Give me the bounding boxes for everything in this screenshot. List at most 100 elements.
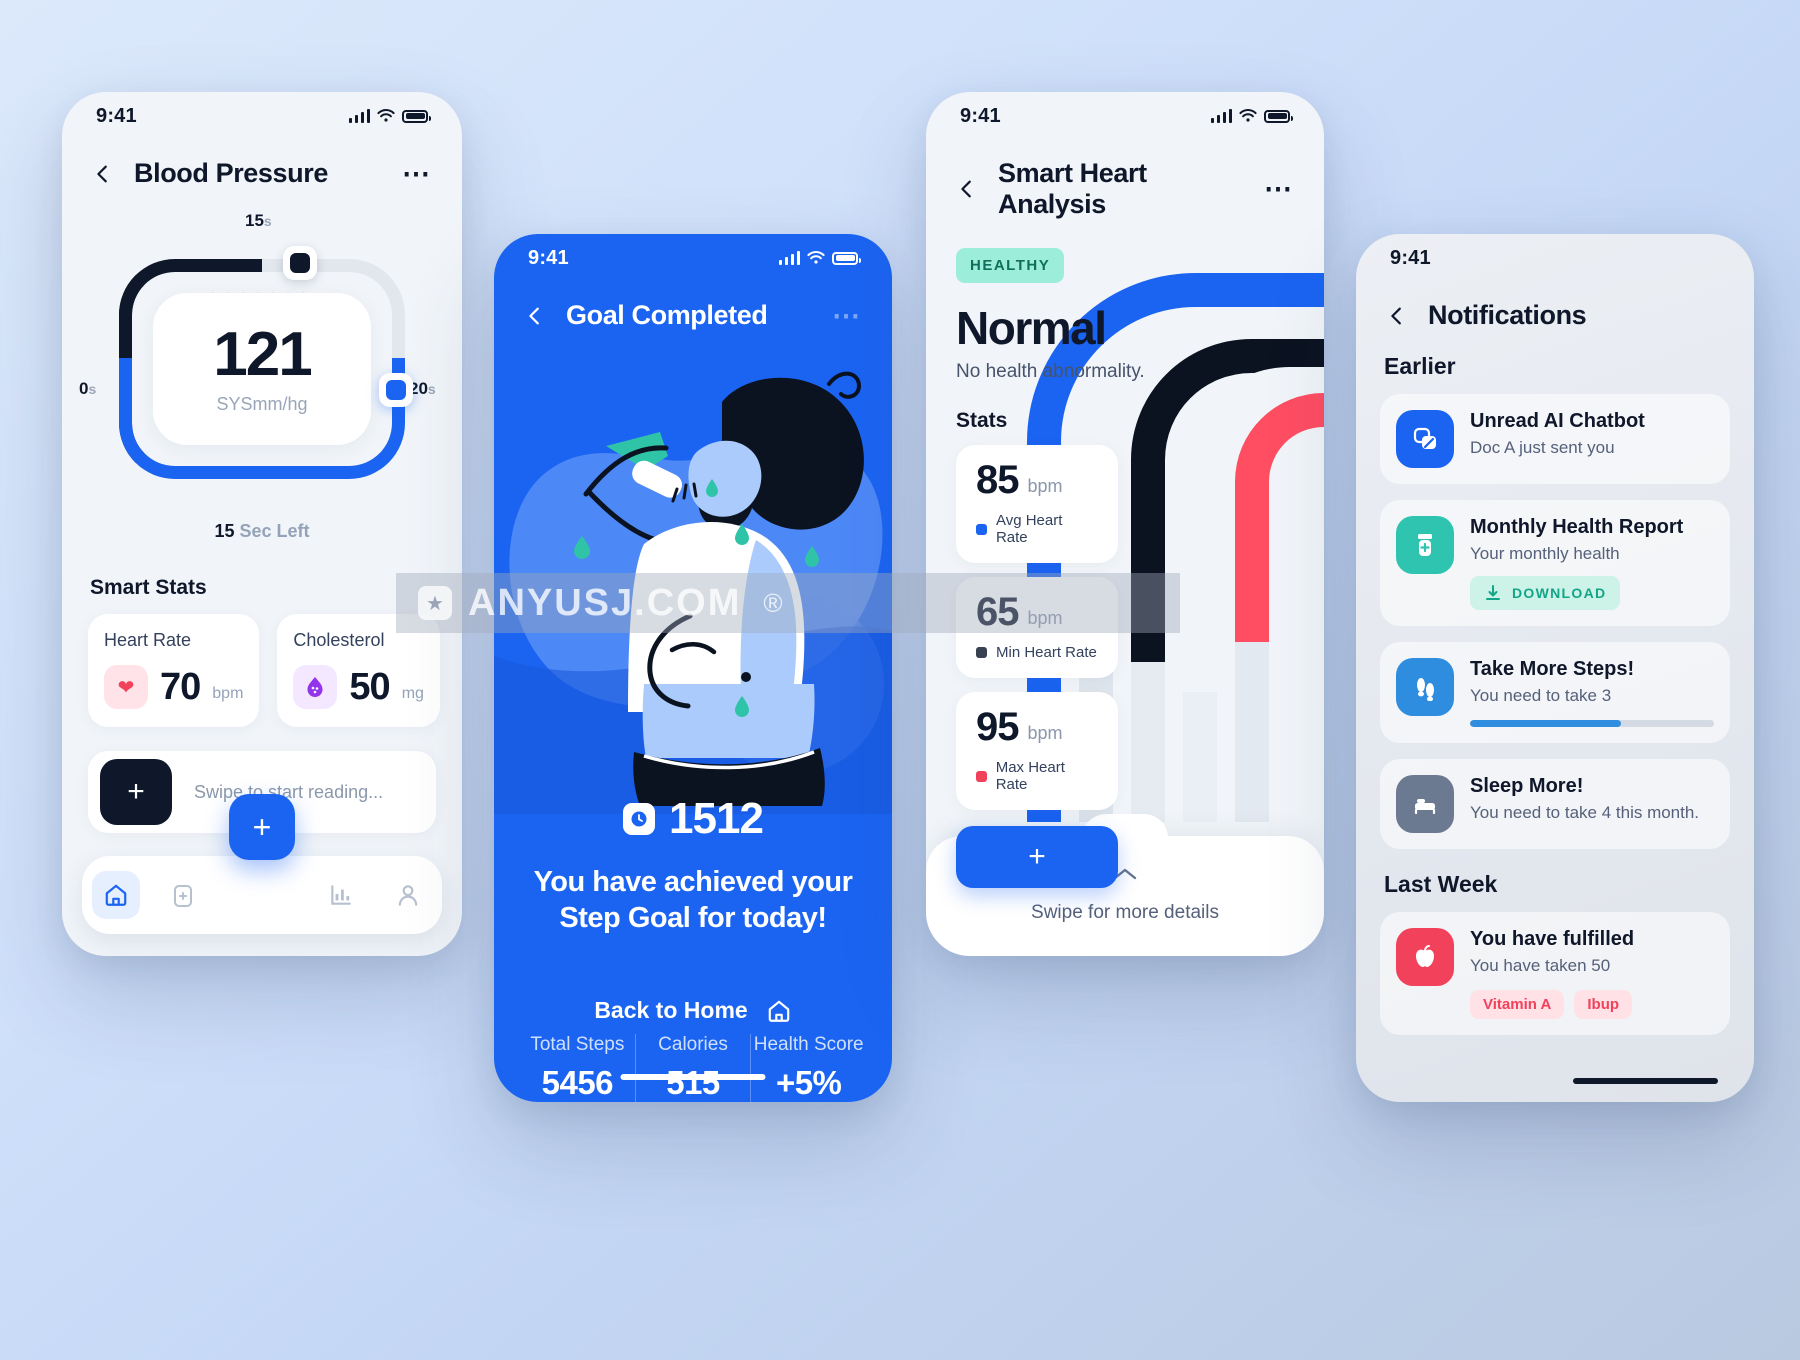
status-icons [778,251,861,265]
battery-icon [402,109,431,123]
metric-label: Calories [658,1034,728,1055]
tag-ibuprofen[interactable]: Ibup [1574,989,1633,1019]
notification-item-fulfilled[interactable]: You have fulfilled You have taken 50 Vit… [1380,911,1730,1035]
notification-title: Unread AI Chatbot [1470,410,1645,432]
section-title-earlier: Earlier [1384,353,1456,379]
gauge-top-label: 15s [245,211,272,230]
legend-dot [976,523,987,535]
metric-value: 5456 [541,1064,614,1101]
stat-card-max-hr[interactable]: 95 bpm Max Heart Rate [956,692,1118,810]
pill-bottle-icon [174,885,193,907]
metric-label: Total Steps [530,1034,625,1055]
signal-icon [1210,109,1232,123]
status-time: 9:41 [96,104,137,127]
phone-blood-pressure: 9:41 Blood Pressure ⋯ 15s 0s 20s 121 SYS… [62,92,462,956]
legend-dot [976,770,987,782]
notification-title: Sleep More! [1470,774,1584,797]
bp-unit: SYSmm/hg [216,393,308,414]
stat-unit: bpm [1027,476,1063,496]
stat-value: 50 [349,665,390,708]
apple-icon [1396,927,1454,986]
goal-message: You have achieved your Step Goal for tod… [533,866,853,935]
notification-title: Monthly Health Report [1470,516,1684,538]
gauge-handle-end[interactable] [379,373,413,407]
home-indicator [1573,1078,1718,1084]
nav-bar: Blood Pressure ⋯ [62,158,462,189]
phone-heart-analysis: 9:41 Smart Heart Analysis ⋯ HEALTHY Norm… [926,92,1324,956]
stat-label: Heart Rate [104,630,192,650]
stat-card-heart-rate[interactable]: Heart Rate ❤ 70 bpm [88,614,260,727]
bed-icon [1396,774,1454,833]
stat-value: 85 [976,458,1019,502]
notification-item-health-report[interactable]: Monthly Health Report Your monthly healt… [1380,500,1730,626]
signal-icon [348,109,370,123]
registered-mark: ® [763,587,783,618]
step-counter-icon [623,803,656,835]
page-title: Goal Completed [566,300,768,330]
chat-bubbles-icon [1396,410,1454,468]
wifi-icon [807,251,825,264]
download-label: DOWNLOAD [1512,584,1607,601]
page-title: Blood Pressure [134,158,328,188]
stat-label: Cholesterol [293,630,385,650]
progress-bar [1470,719,1714,727]
chevron-left-icon[interactable] [956,178,978,200]
step-summary: 1512 You have achieved your Step Goal fo… [494,794,892,937]
metric-value: 515 [666,1064,720,1101]
metrics-row: Total Steps 5456 Calories 515 Health Sco… [520,1034,866,1102]
notification-desc: You need to take 4 this month. [1470,802,1700,822]
nav-bar: Smart Heart Analysis ⋯ [926,158,1324,220]
stat-unit: bpm [1027,723,1063,743]
status-bar: 9:41 [62,92,462,140]
more-options-icon[interactable]: ⋯ [1264,175,1294,203]
home-icon [105,884,127,906]
chevron-left-icon[interactable] [524,305,546,327]
tag-vitamin-a[interactable]: Vitamin A [1470,989,1565,1019]
heart-icon: ❤ [104,665,148,709]
legend-dot [976,647,987,658]
status-badge: HEALTHY [956,248,1065,283]
metric-label: Health Score [753,1034,864,1055]
chevron-left-icon[interactable] [92,163,114,185]
metric-value: +5% [775,1064,842,1101]
notification-item-ai-chatbot[interactable]: Unread AI Chatbot Doc A just sent you [1380,394,1730,484]
signal-icon [778,251,800,265]
add-measurement-button[interactable]: + [956,826,1118,888]
person-icon [398,885,418,906]
star-icon: ★ [418,586,452,620]
tab-stats[interactable] [317,871,365,919]
bp-gauge[interactable]: 15s 0s 20s 121 SYSmm/hg [79,211,436,507]
wifi-icon [377,109,395,122]
notification-desc: You have taken 50 [1470,955,1611,975]
stat-label: Avg Heart Rate [995,512,1063,546]
status-bar: 9:41 [926,92,1324,140]
droplet-icon [293,665,338,709]
stat-label: Max Heart Rate [995,759,1065,793]
plus-icon[interactable]: + [100,759,172,825]
notification-item-sleep-more[interactable]: Sleep More! You need to take 4 this mont… [1380,758,1730,849]
tab-home[interactable] [91,871,140,919]
more-options-icon[interactable]: ⋯ [402,159,432,187]
wifi-icon [1239,109,1257,122]
notification-item-take-steps[interactable]: Take More Steps! You need to take 3 [1380,641,1730,743]
stat-unit: bpm [212,685,244,702]
chevron-left-icon[interactable] [1386,305,1408,327]
analysis-subtext: No health abnormality. [956,361,1145,382]
stat-card-avg-hr[interactable]: 85 bpm Avg Heart Rate [956,445,1118,563]
watermark-overlay: ★ ANYUSJ.COM ® [396,573,1180,633]
stats-title: Stats [956,409,1008,432]
metric-total-steps: Total Steps 5456 [520,1034,635,1102]
bp-reading: 121 SYSmm/hg [153,293,371,445]
stat-unit: mg [401,685,424,702]
tab-medical[interactable] [159,871,207,919]
add-reading-fab[interactable]: + [229,794,295,860]
download-button[interactable]: DOWNLOAD [1470,575,1621,610]
status-bar: 9:41 [1356,234,1754,282]
page-title: Notifications [1428,300,1587,330]
tab-profile[interactable] [384,871,432,919]
battery-icon [1264,109,1293,123]
plus-icon: + [252,808,272,845]
more-options-icon[interactable]: ⋯ [832,301,862,329]
back-to-home-button[interactable]: Back to Home [494,997,892,1024]
gauge-handle-start[interactable] [283,246,317,280]
